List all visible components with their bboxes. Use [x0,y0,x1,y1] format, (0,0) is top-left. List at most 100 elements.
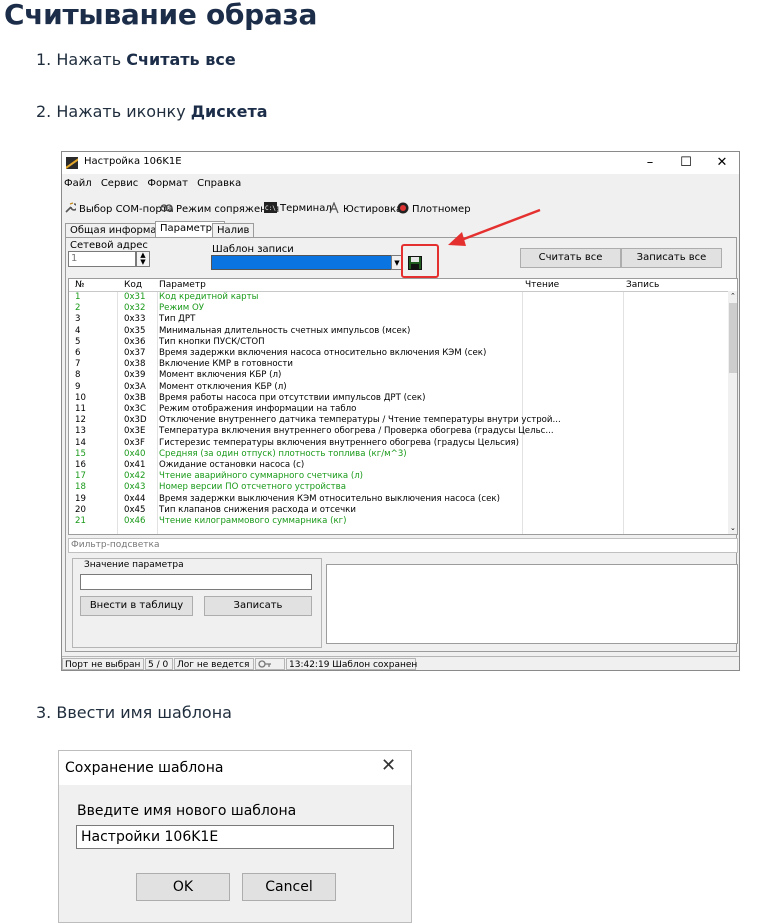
status-log: Лог не ведется [174,658,254,670]
ok-button[interactable]: OK [136,873,230,901]
status-port: Порт не выбран [62,658,144,670]
table-row[interactable]: 11 0x3C Режим отображения информации на та… [69,404,724,415]
pair-mode-button[interactable]: Режим сопряжения [160,202,279,215]
cell-number: 17 [75,471,86,482]
close-icon[interactable]: ✕ [704,152,739,174]
menu-format[interactable]: Формат [147,178,188,189]
col-code[interactable]: Код [124,279,142,291]
table-row[interactable]: 19 0x44 Время задержки выключения КЭМ отно… [69,494,724,505]
table-row[interactable]: 5 0x36 Тип кнопки ПУСК/СТОП [69,337,724,348]
table-row[interactable]: 12 0x3D Отключение внутреннего датчика тем… [69,415,724,426]
table-row[interactable]: 18 0x43 Номер версии ПО отсчетного устройс… [69,482,724,493]
table-row[interactable]: 17 0x42 Чтение аварийного суммарного счетч… [69,471,724,482]
cell-number: 14 [75,437,86,448]
cell-parameter: Чтение аварийного суммарного счетчика (л… [159,471,364,482]
template-combo[interactable] [211,255,401,270]
step-1: 1. Нажать Считать все [36,50,236,69]
svg-text:C:\: C:\ [265,205,276,212]
cell-parameter: Режим ОУ [159,303,205,314]
table-row[interactable]: 1 0x31 Код кредитной карты [69,292,724,303]
cell-code: 0x3D [124,415,147,426]
status-bar: Порт не выбран 5 / 0 Лог не ведется 13:4… [62,656,739,670]
table-row[interactable]: 15 0x40 Средняя (за один отпуск) плотность… [69,449,724,460]
enter-to-table-button[interactable]: Внести в таблицу [80,596,193,616]
cell-number: 15 [75,448,86,459]
key-icon [258,660,271,668]
scroll-down-icon[interactable]: ⌄ [730,524,736,532]
table-row[interactable]: 21 0x46 Чтение килограммового суммарника (… [69,516,724,527]
cell-parameter: Время задержки выключения КЭМ относитель… [159,493,500,504]
cell-parameter: Отключение внутреннего датчика температу… [159,415,561,426]
table-row[interactable]: 2 0x32 Режим ОУ [69,303,724,314]
template-label: Шаблон записи [212,244,294,255]
dialog-close-icon[interactable]: ✕ [381,755,396,776]
table-row[interactable]: 9 0x3A Момент отключения КБР (л) [69,382,724,393]
menu-file[interactable]: Файл [64,178,92,189]
cell-number: 20 [75,504,86,515]
cell-number: 18 [75,482,86,493]
cell-code: 0x36 [124,336,146,347]
cancel-button[interactable]: Cancel [242,873,336,901]
cell-number: 1 [75,292,81,302]
col-parameter[interactable]: Параметр [159,279,206,291]
col-read[interactable]: Чтение [525,279,559,291]
cell-number: 13 [75,426,86,437]
cell-code: 0x39 [124,370,146,381]
cell-code: 0x40 [124,448,146,459]
menu-help[interactable]: Справка [197,178,241,189]
table-row[interactable]: 8 0x39 Момент включения КБР (л) [69,370,724,381]
read-all-button[interactable]: Считать все [520,248,621,268]
scroll-up-icon[interactable]: ⌃ [730,292,736,300]
terminal-button[interactable]: C:\ Терминал [264,202,332,214]
maximize-icon[interactable]: ☐ [668,152,704,174]
minimize-icon[interactable]: – [632,152,668,174]
col-number[interactable]: № [75,279,84,291]
cell-code: 0x3F [124,437,145,448]
table-row[interactable]: 20 0x45 Тип клапанов снижения расхода и от… [69,505,724,516]
table-header: № Код Параметр Чтение Запись [69,279,737,292]
col-write[interactable]: Запись [626,279,659,291]
app-window: Настройка 106K1E – ☐ ✕ Файл Сервис Форма… [61,151,740,671]
network-address-input[interactable]: 1 [68,251,136,267]
table-row[interactable]: 16 0x41 Ожидание остановки насоса (с) [69,460,724,471]
cell-code: 0x37 [124,348,146,358]
cell-code: 0x38 [124,359,146,370]
cell-parameter: Температура включения внутреннего обогре… [159,426,554,437]
table-row[interactable]: 7 0x38 Включение КМР в готовности [69,359,724,370]
table-row[interactable]: 14 0x3F Гистерезис температуры включения в… [69,438,724,449]
address-spinner[interactable]: ▲ ▼ [136,251,150,267]
table-row[interactable]: 4 0x35 Минимальная длительность счетных им… [69,326,724,337]
cell-parameter: Средняя (за один отпуск) плотность топли… [159,448,407,459]
scroll-thumb[interactable] [729,303,737,373]
highlight-box [401,244,439,278]
tab-filling[interactable]: Налив [212,223,255,238]
cell-parameter: Чтение килограммового суммарника (кг) [159,516,347,526]
table-row[interactable]: 13 0x3E Температура включения внутреннего … [69,426,724,437]
annotation-arrow-icon [448,208,541,246]
template-name-input[interactable]: Настройки 106K1E [76,825,394,849]
parameters-table: № Код Параметр Чтение Запись 1 0x31 Код кр… [68,278,738,535]
cell-parameter: Тип кнопки ПУСК/СТОП [159,336,265,347]
filter-input[interactable]: Фильтр-подсветка [68,538,738,553]
table-scrollbar[interactable]: ⌃ ⌄ [728,291,737,534]
table-row[interactable]: 6 0x37 Время задержки включения насоса отн… [69,348,724,359]
cell-code: 0x43 [124,482,146,493]
cell-number: 19 [75,493,86,504]
param-value-input[interactable] [80,574,312,590]
com-port-button[interactable]: Выбор COM-порта [64,202,174,215]
write-all-button[interactable]: Записать все [621,248,722,268]
param-value-label: Значение параметра [82,560,186,570]
table-row[interactable]: 10 0x3B Время работы насоса при отсутствии… [69,393,724,404]
status-key-cell [255,658,285,670]
calibration-button[interactable]: Юстировка [328,202,402,215]
cell-number: 6 [75,348,81,358]
log-area[interactable] [326,564,738,644]
cell-code: 0x41 [124,460,146,470]
cell-code: 0x42 [124,471,146,482]
write-button[interactable]: Записать [204,596,312,616]
cell-parameter: Момент включения КБР (л) [159,370,282,381]
cell-number: 12 [75,415,86,426]
menu-service[interactable]: Сервис [101,178,138,189]
terminal-icon: C:\ [264,202,277,213]
table-row[interactable]: 3 0x33 Тип ДРТ [69,314,724,325]
